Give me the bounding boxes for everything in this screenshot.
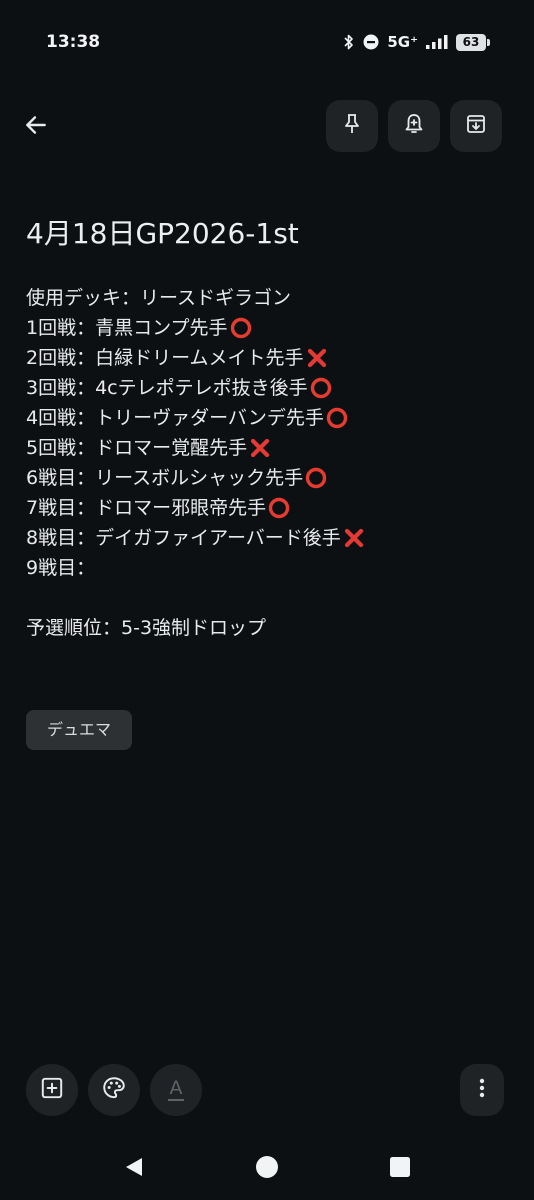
note-result-line: 予選順位：5-3強制ドロップ [26,613,365,643]
nav-recents-button[interactable] [376,1145,424,1193]
note-line-text: 5回戦：ドロマー覚醒先手 [26,437,248,459]
battery-icon: 63 [456,33,486,51]
circle-mark-icon [305,467,327,489]
add-content-button[interactable] [26,1064,78,1116]
nav-home-button[interactable] [243,1145,291,1193]
note-line: 5回戦：ドロマー覚醒先手 [26,433,365,463]
cross-mark-icon [343,527,365,549]
circle-mark-icon [310,377,332,399]
system-nav-bar [0,1145,534,1193]
pin-icon [340,112,364,140]
do-not-disturb-icon [363,34,379,50]
note-line-text: 使用デッキ：リースドギラゴン [26,287,292,309]
note-line: 7戦目：ドロマー邪眼帝先手 [26,493,365,523]
back-button[interactable] [16,107,56,147]
text-format-glyph: A [169,1077,183,1099]
note-line-text: 1回戦：青黒コンプ先手 [26,317,228,339]
text-format-icon: A [168,1079,184,1101]
add-box-icon [39,1075,65,1105]
note-result-text: 予選順位：5-3強制ドロップ [26,617,267,639]
recents-square-icon [389,1156,411,1182]
bluetooth-icon [343,34,355,50]
archive-button[interactable] [450,100,502,152]
note-toolbar [0,100,534,154]
note-line: 2回戦：白緑ドリームメイト先手 [26,343,365,373]
home-circle-icon [255,1155,279,1183]
note-line-text: 4回戦：トリーヴァダーバンデ先手 [26,407,324,429]
pin-button[interactable] [326,100,378,152]
note-line-text: 7戦目：ドロマー邪眼帝先手 [26,497,267,519]
note-line: 3回戦：4cテレポテレポ抜き後手 [26,373,365,403]
note-line-text: 2回戦：白緑ドリームメイト先手 [26,347,304,369]
back-triangle-icon [123,1156,145,1182]
archive-icon [464,112,488,140]
circle-mark-icon [230,317,252,339]
note-line-text: 9戦目： [26,557,96,579]
reminder-button[interactable] [388,100,440,152]
circle-mark-icon [326,407,348,429]
note-line-text: 8戦目：デイガファイアーバード後手 [26,527,341,549]
nav-back-button[interactable] [110,1145,158,1193]
circle-mark-icon [268,497,290,519]
note-line: 使用デッキ：リースドギラゴン [26,283,365,313]
note-body[interactable]: 使用デッキ：リースドギラゴン 1回戦：青黒コンプ先手 2回戦：白緑ドリームメイト… [26,283,365,643]
note-line: 1回戦：青黒コンプ先手 [26,313,365,343]
note-line-text: 3回戦：4cテレポテレポ抜き後手 [26,377,308,399]
note-line-text: 6戦目：リースボルシャック先手 [26,467,304,489]
note-line: 8戦目：デイガファイアーバード後手 [26,523,365,553]
background-options-button[interactable] [88,1064,140,1116]
battery-tip [487,38,490,46]
text-format-underline [168,1099,184,1101]
note-title[interactable]: 4月18日GP2026-1st [26,212,299,252]
label-chip[interactable]: デュエマ [26,710,133,750]
arrow-left-icon [23,112,49,142]
signal-icon [426,35,448,49]
note-line: 9戦目： [26,553,365,583]
palette-icon [101,1075,127,1105]
status-time: 13:38 [46,32,101,52]
note-line: 6戦目：リースボルシャック先手 [26,463,365,493]
text-format-button[interactable]: A [150,1064,202,1116]
reminder-bell-icon [402,112,426,140]
status-bar: 13:38 5G⁺ 63 [0,0,534,80]
status-icons: 5G⁺ 63 [343,33,490,51]
more-vertical-icon [478,1076,486,1104]
note-line: 4回戦：トリーヴァダーバンデ先手 [26,403,365,433]
cross-mark-icon [306,347,328,369]
bottom-action-bar: A [0,1064,534,1116]
cross-mark-icon [249,437,271,459]
more-options-button[interactable] [460,1064,504,1116]
network-type: 5G⁺ [387,33,418,51]
